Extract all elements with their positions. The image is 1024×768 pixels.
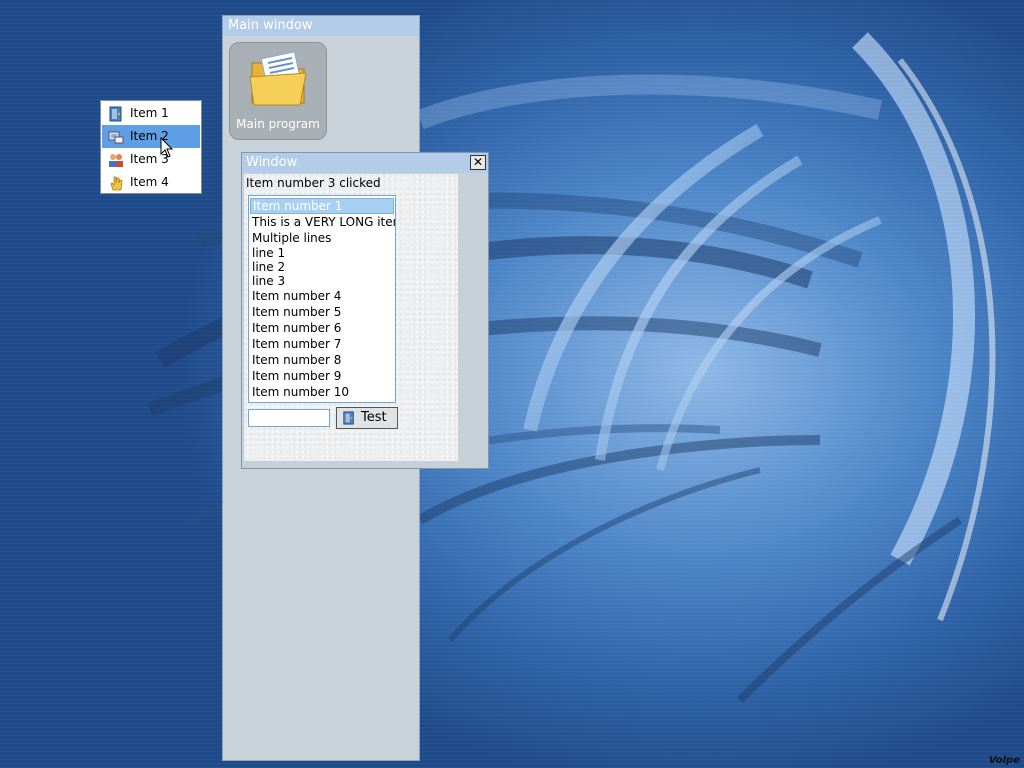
list-item[interactable]: Item number 6 xyxy=(249,320,395,336)
list-item[interactable]: Item number 4 xyxy=(249,288,395,304)
list-item[interactable]: Item number 5 xyxy=(249,304,395,320)
menu-item-label: Item 4 xyxy=(130,175,169,189)
main-program-shortcut[interactable]: Main program xyxy=(229,42,327,140)
mouse-cursor-icon xyxy=(160,137,174,158)
list-item[interactable]: This is a VERY LONG item xyxy=(249,214,395,230)
test-button-label: Test xyxy=(361,410,387,425)
menu-item-label: Item 1 xyxy=(130,106,169,120)
dialog-window: Window ✕ Item number 3 clicked Item numb… xyxy=(241,152,489,469)
users-icon xyxy=(109,154,123,167)
text-input[interactable] xyxy=(248,409,330,427)
window-title[interactable]: Window xyxy=(242,153,488,173)
wallpaper-signature: Volpe xyxy=(988,755,1020,766)
test-button[interactable]: Test xyxy=(336,407,398,429)
folder-icon xyxy=(249,51,307,106)
menu-item-1[interactable]: Item 1 xyxy=(102,102,200,125)
list-item[interactable]: Item number 1 xyxy=(250,198,394,214)
menu-item-2[interactable]: Item 2 xyxy=(102,125,200,148)
door-icon xyxy=(343,411,354,425)
close-icon: ✕ xyxy=(472,155,484,169)
window-content: Item number 3 clicked Item number 1 This… xyxy=(244,174,458,461)
door-icon xyxy=(109,106,122,122)
list-item[interactable]: line 2 xyxy=(249,260,395,274)
list-item[interactable]: Item number 9 xyxy=(249,368,395,384)
list-item[interactable]: line 1 xyxy=(249,246,395,260)
main-program-label: Main program xyxy=(236,117,320,131)
status-text: Item number 3 clicked xyxy=(246,176,381,190)
computer-icon xyxy=(108,131,124,144)
popup-menu: Item 1 Item 2 Item 3 Item 4 xyxy=(100,100,202,194)
list-item[interactable]: Item number 8 xyxy=(249,352,395,368)
list-item[interactable]: line 3 xyxy=(249,274,395,288)
item-listbox[interactable]: Item number 1 This is a VERY LONG item M… xyxy=(248,195,396,403)
list-item[interactable]: Multiple lines xyxy=(249,230,395,246)
list-item[interactable]: Item number 7 xyxy=(249,336,395,352)
list-item[interactable]: Item number 10 xyxy=(249,384,395,400)
menu-item-4[interactable]: Item 4 xyxy=(102,171,200,194)
close-button[interactable]: ✕ xyxy=(470,155,486,170)
main-window-title[interactable]: Main window xyxy=(223,16,419,36)
menu-item-3[interactable]: Item 3 xyxy=(102,148,200,171)
hand-icon xyxy=(110,176,123,191)
